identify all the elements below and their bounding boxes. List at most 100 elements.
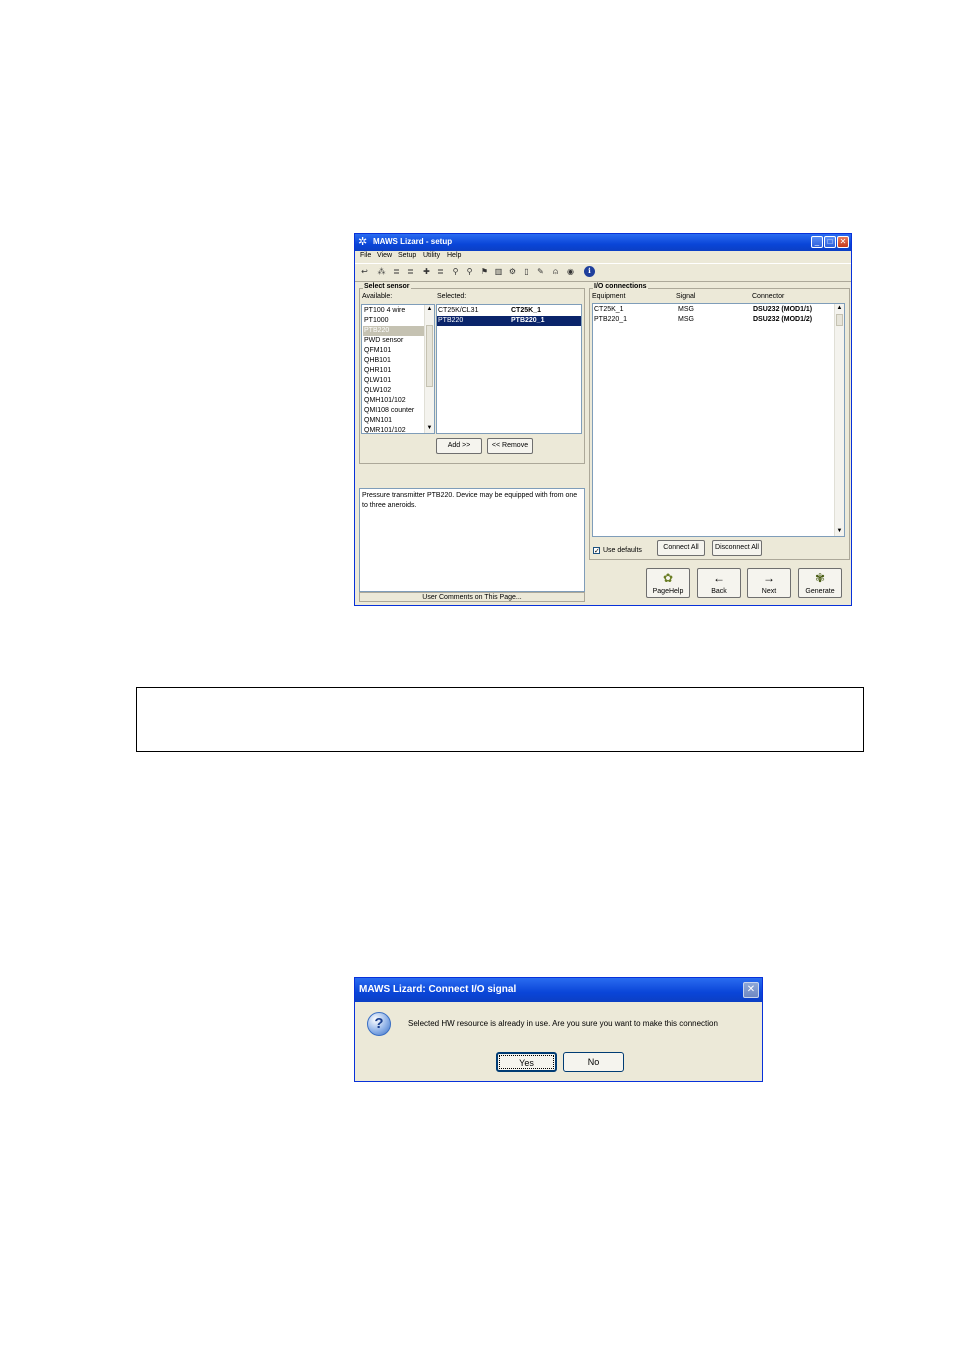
dialog-title-bar: MAWS Lizard: Connect I/O signal ✕ xyxy=(355,978,762,1002)
selected-list[interactable]: CT25K/CL31 CT25K_1 PTB220 PTB220_1 xyxy=(436,304,582,434)
next-label: Next xyxy=(761,588,777,595)
question-icon: ? xyxy=(367,1012,391,1036)
available-item[interactable]: QHR101 xyxy=(364,366,391,376)
selected-item-name: PTB220_1 xyxy=(511,317,545,324)
menu-file[interactable]: File xyxy=(360,252,371,259)
pagehelp-label: PageHelp xyxy=(652,588,684,595)
io-connections-list[interactable]: ▲ ▼ CT25K_1 MSG DSU232 (MOD1/1) PTB220_1 MSG… xyxy=(592,303,845,537)
available-item[interactable]: QMH101/102 xyxy=(364,396,406,406)
generate-label: Generate xyxy=(805,588,835,595)
minimize-icon: _ xyxy=(814,237,820,246)
globe-icon[interactable]: ◉ xyxy=(565,266,576,277)
scroll-up-icon[interactable]: ▲ xyxy=(835,304,844,313)
remove-button[interactable]: << Remove xyxy=(487,438,533,454)
menu-setup[interactable]: Setup xyxy=(398,252,416,259)
menu-view[interactable]: View xyxy=(377,252,392,259)
pagehelp-button[interactable]: ✿ PageHelp xyxy=(646,568,690,598)
available-scrollbar[interactable]: ▲ ▼ xyxy=(424,305,434,433)
menu-utility[interactable]: Utility xyxy=(423,252,440,259)
selected-item-type: PTB220 xyxy=(438,317,464,324)
available-item[interactable]: QFM101 xyxy=(364,346,391,356)
person-icon[interactable]: ⚲ xyxy=(450,266,461,277)
available-item[interactable]: PWD sensor xyxy=(364,336,403,346)
generate-button[interactable]: ✾ Generate xyxy=(798,568,842,598)
generate-icon: ✾ xyxy=(814,571,826,585)
scroll-thumb[interactable] xyxy=(426,325,433,387)
selected-item[interactable]: PTB220 PTB220_1 xyxy=(437,316,581,326)
arrow-left-icon: ← xyxy=(713,571,725,585)
io-scrollbar[interactable]: ▲ ▼ xyxy=(834,304,844,536)
back-arrow-icon[interactable]: ↩ xyxy=(359,266,370,277)
use-defaults-label: Use defaults xyxy=(603,547,642,554)
select-sensor-title: Select sensor xyxy=(363,283,411,290)
available-item[interactable]: PTB220 xyxy=(363,326,424,336)
io-row[interactable]: PTB220_1 MSG DSU232 (MOD1/2) xyxy=(593,315,834,325)
user-comments-button[interactable]: User Comments on This Page... xyxy=(359,592,585,602)
add-button[interactable]: Add >> xyxy=(436,438,482,454)
available-item[interactable]: QHB101 xyxy=(364,356,391,366)
available-item[interactable]: PT100 4 wire xyxy=(364,306,405,316)
maximize-icon: □ xyxy=(827,237,833,246)
dialog-title: MAWS Lizard: Connect I/O signal xyxy=(359,984,517,995)
use-defaults-checkbox[interactable]: ✓ xyxy=(593,547,600,555)
menu-help[interactable]: Help xyxy=(447,252,461,259)
disconnect-all-button[interactable]: Disconnect All xyxy=(712,540,762,556)
header-equipment: Equipment xyxy=(592,293,626,300)
connect-all-button[interactable]: Connect All xyxy=(657,540,705,556)
scroll-down-icon[interactable]: ▼ xyxy=(425,424,434,433)
io-cell-equipment: PTB220_1 xyxy=(594,316,628,323)
no-button[interactable]: No xyxy=(563,1052,624,1072)
ip-icon[interactable]: ≣ xyxy=(435,266,446,277)
description-text: Pressure transmitter PTB220. Device may … xyxy=(362,492,578,509)
arrow-right-icon: → xyxy=(763,571,775,585)
selected-item-name: CT25K_1 xyxy=(511,307,541,314)
available-label: Available: xyxy=(362,293,393,300)
next-button[interactable]: → Next xyxy=(747,568,791,598)
dialog-message: Selected HW resource is already in use. … xyxy=(408,1019,718,1028)
flag-icon[interactable]: ✚ xyxy=(421,266,432,277)
back-label: Back xyxy=(711,588,727,595)
lizard-app-icon: ✲ xyxy=(358,236,368,248)
bike-icon[interactable]: ⚙ xyxy=(507,266,518,277)
network-icon[interactable]: ⁂ xyxy=(376,266,387,277)
back-button[interactable]: ← Back xyxy=(697,568,741,598)
title-bar: ✲ MAWS Lizard - setup _ □ ✕ xyxy=(355,234,851,251)
io-row[interactable]: CT25K_1 MSG DSU232 (MOD1/1) xyxy=(593,305,834,315)
dev2-icon[interactable]: ≣ xyxy=(405,266,416,277)
io-cell-equipment: CT25K_1 xyxy=(594,306,624,313)
window-title: MAWS Lizard - setup xyxy=(373,237,453,246)
page-icon[interactable]: ▯ xyxy=(521,266,532,277)
person2-icon[interactable]: ⚲ xyxy=(464,266,475,277)
io-connections-title: I/O connections xyxy=(593,283,648,290)
meter-icon[interactable]: ▥ xyxy=(493,266,504,277)
maximize-button[interactable]: □ xyxy=(824,236,836,248)
tool-icon[interactable]: ✎ xyxy=(535,266,546,277)
scroll-down-icon[interactable]: ▼ xyxy=(835,527,844,536)
minimize-button[interactable]: _ xyxy=(811,236,823,248)
header-connector: Connector xyxy=(752,293,785,300)
note-box xyxy=(136,687,864,752)
available-item[interactable]: QMR101/102 xyxy=(364,426,406,433)
close-button[interactable]: ✕ xyxy=(837,236,849,248)
bell-icon[interactable]: ⍝ xyxy=(550,266,561,277)
scroll-thumb[interactable] xyxy=(836,314,843,326)
dialog-close-button[interactable]: ✕ xyxy=(743,982,759,998)
description-box[interactable]: Pressure transmitter PTB220. Device may … xyxy=(359,488,585,592)
header-signal: Signal xyxy=(676,293,696,300)
info-icon[interactable]: ℹ xyxy=(584,266,595,277)
close-icon: ✕ xyxy=(746,984,756,995)
selected-item[interactable]: CT25K/CL31 CT25K_1 xyxy=(437,306,581,316)
available-list[interactable]: ▲ ▼ PT100 4 wire PT1000 PTB220 PWD sensor QF… xyxy=(361,304,435,434)
available-item[interactable]: QMI108 counter xyxy=(364,406,414,416)
available-item[interactable]: PT1000 xyxy=(364,316,389,326)
dev-icon[interactable]: ≣ xyxy=(391,266,402,277)
io-cell-signal: MSG xyxy=(678,306,694,313)
available-item[interactable]: QMN101 xyxy=(364,416,392,426)
toolbar: ↩ ⁂ ≣ ≣ ✚ ≣ ⚲ ⚲ ⚑ ▥ ⚙ ▯ ✎ ⍝ ◉ ℹ xyxy=(355,263,851,282)
selected-item-type: CT25K/CL31 xyxy=(438,307,479,314)
available-item[interactable]: QLW102 xyxy=(364,386,391,396)
available-item[interactable]: QLW101 xyxy=(364,376,391,386)
flag2-icon[interactable]: ⚑ xyxy=(479,266,490,277)
yes-button[interactable]: Yes xyxy=(496,1052,557,1072)
scroll-up-icon[interactable]: ▲ xyxy=(425,305,434,314)
